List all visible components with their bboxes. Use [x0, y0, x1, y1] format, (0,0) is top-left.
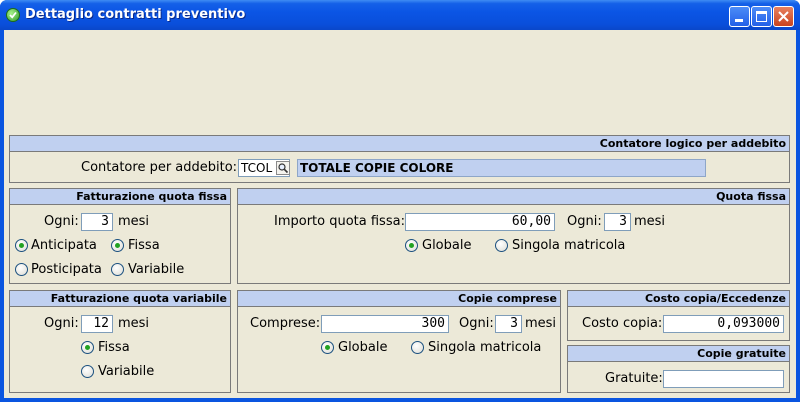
copie-gratuite-panel: Copie gratuite Gratuite:	[567, 345, 790, 393]
copie-comprese-mesi-label: mesi	[525, 316, 557, 331]
fatt-var-variabile-label[interactable]: Variabile	[98, 364, 154, 379]
fatt-var-ogni-label: Ogni:	[44, 316, 79, 331]
copie-comprese-globale-radio[interactable]	[321, 341, 334, 354]
fatt-var-variabile-radio[interactable]	[81, 365, 94, 378]
posticipata-label[interactable]: Posticipata	[31, 262, 102, 277]
importo-label: Importo quota fissa:	[274, 214, 405, 229]
fatt-var-mesi-label: mesi	[118, 316, 150, 331]
fatt-fissa-fissa-radio[interactable]	[111, 239, 124, 252]
close-button[interactable]	[773, 6, 794, 27]
copie-comprese-ogni-label: Ogni:	[459, 316, 494, 331]
gratuite-label: Gratuite:	[605, 371, 663, 386]
window-title: Dettaglio contratti preventivo	[25, 7, 246, 22]
quota-fissa-panel: Quota fissa Importo quota fissa: 60,00 O…	[237, 188, 790, 284]
quota-fissa-singola-radio[interactable]	[495, 239, 508, 252]
copie-comprese-singola-radio[interactable]	[411, 341, 424, 354]
fatt-fissa-ogni-label: Ogni:	[44, 214, 79, 229]
gratuite-field[interactable]	[663, 370, 784, 388]
quota-fissa-mesi-label: mesi	[634, 214, 666, 229]
anticipata-label[interactable]: Anticipata	[31, 238, 97, 253]
fatt-var-fissa-radio[interactable]	[81, 341, 94, 354]
quota-fissa-globale-label[interactable]: Globale	[422, 238, 471, 253]
copie-comprese-header: Copie comprese	[238, 291, 560, 307]
copie-comprese-panel: Copie comprese Comprese: 300 Ogni: 3 mes…	[237, 290, 561, 393]
maximize-button[interactable]	[751, 6, 772, 27]
fatturazione-fissa-header: Fatturazione quota fissa	[10, 189, 230, 205]
minimize-icon	[735, 19, 743, 22]
contatore-lookup-button[interactable]	[276, 161, 290, 175]
copie-gratuite-header: Copie gratuite	[568, 346, 789, 362]
comprese-field[interactable]: 300	[321, 315, 449, 333]
quota-fissa-singola-label[interactable]: Singola matricola	[512, 238, 625, 253]
title-bar[interactable]: Dettaglio contratti preventivo	[0, 0, 800, 30]
comprese-label: Comprese:	[250, 316, 321, 331]
minimize-button[interactable]	[729, 6, 750, 27]
fatt-var-ogni-field[interactable]: 12	[81, 315, 113, 333]
anticipata-radio[interactable]	[15, 239, 28, 252]
fatturazione-variabile-panel: Fatturazione quota variabile Ogni: 12 me…	[9, 290, 231, 393]
contatore-panel-header: Contatore logico per addebito	[10, 136, 789, 152]
close-icon	[778, 11, 789, 22]
fatt-fissa-variabile-radio[interactable]	[111, 263, 124, 276]
costo-copia-field[interactable]: 0,093000	[663, 315, 784, 333]
search-icon	[278, 163, 289, 174]
importo-field[interactable]: 60,00	[405, 213, 555, 231]
app-check-icon	[6, 8, 20, 22]
costo-copia-label: Costo copia:	[582, 316, 663, 331]
posticipata-radio[interactable]	[15, 263, 28, 276]
contatore-label: Contatore per addebito:	[81, 160, 238, 175]
contatore-panel: Contatore logico per addebito Contatore …	[9, 135, 790, 183]
fatturazione-variabile-header: Fatturazione quota variabile	[10, 291, 230, 307]
fatt-var-fissa-label[interactable]: Fissa	[98, 340, 130, 355]
fatturazione-fissa-panel: Fatturazione quota fissa Ogni: 3 mesi An…	[9, 188, 231, 284]
fatt-fissa-mesi-label: mesi	[118, 214, 150, 229]
copie-comprese-globale-label[interactable]: Globale	[338, 340, 387, 355]
costo-copia-panel: Costo copia/Eccedenze Costo copia: 0,093…	[567, 290, 790, 341]
copie-comprese-ogni-field[interactable]: 3	[495, 315, 522, 333]
fatt-fissa-ogni-field[interactable]: 3	[81, 213, 113, 231]
fatt-fissa-fissa-label[interactable]: Fissa	[128, 238, 160, 253]
costo-copia-header: Costo copia/Eccedenze	[568, 291, 789, 307]
maximize-icon	[756, 11, 767, 22]
quota-fissa-globale-radio[interactable]	[405, 239, 418, 252]
window: Dettaglio contratti preventivo Contatore…	[0, 0, 800, 402]
contatore-description-field: TOTALE COPIE COLORE	[297, 159, 706, 177]
quota-fissa-header: Quota fissa	[238, 189, 789, 205]
quota-fissa-ogni-label: Ogni:	[567, 214, 602, 229]
client-area: Contatore logico per addebito Contatore …	[4, 30, 796, 398]
quota-fissa-ogni-field[interactable]: 3	[604, 213, 631, 231]
fatt-fissa-variabile-label[interactable]: Variabile	[128, 262, 184, 277]
copie-comprese-singola-label[interactable]: Singola matricola	[428, 340, 541, 355]
